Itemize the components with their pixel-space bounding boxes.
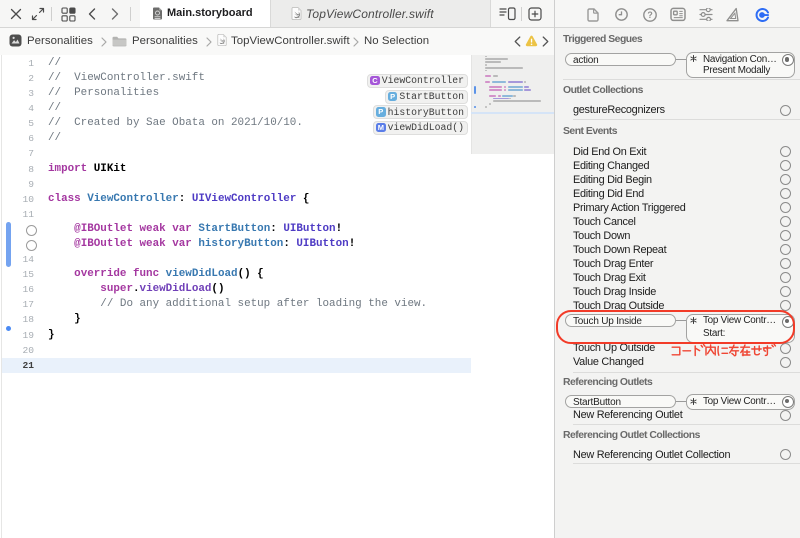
svg-text:?: ?: [647, 10, 652, 20]
